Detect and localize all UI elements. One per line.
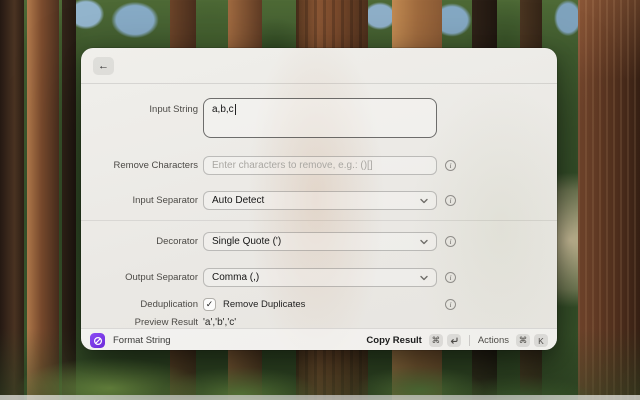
raycast-window: ← Input String a,b,c Remove Characters i… xyxy=(81,48,557,350)
remove-duplicates-label: Remove Duplicates xyxy=(223,299,305,310)
chevron-down-icon xyxy=(420,198,428,204)
input-string-textarea[interactable]: a,b,c xyxy=(203,98,437,138)
format-string-form: Input String a,b,c Remove Characters i I… xyxy=(81,84,557,328)
deduplication-control: ✓ Remove Duplicates xyxy=(203,298,437,311)
info-icon[interactable]: i xyxy=(445,272,456,283)
format-string-extension-icon xyxy=(90,333,105,348)
decorator-dropdown[interactable]: Single Quote (') xyxy=(203,232,437,251)
window-header: ← xyxy=(81,48,557,83)
copy-result-label: Copy Result xyxy=(366,335,421,346)
output-separator-dropdown[interactable]: Comma (,) xyxy=(203,268,437,287)
preview-result-value: 'a','b','c' xyxy=(203,317,437,328)
decorator-value: Single Quote (') xyxy=(212,236,420,247)
info-icon[interactable]: i xyxy=(445,236,456,247)
chevron-down-icon xyxy=(420,275,428,281)
remove-characters-input[interactable] xyxy=(203,156,437,175)
info-icon[interactable]: i xyxy=(445,160,456,171)
input-separator-value: Auto Detect xyxy=(212,195,420,206)
output-separator-row: Output Separator Comma (,) i xyxy=(81,268,557,287)
back-arrow-icon: ← xyxy=(98,60,109,72)
command-key: ⌘ xyxy=(516,334,530,347)
checkmark-icon: ✓ xyxy=(206,299,214,310)
command-key: ⌘ xyxy=(429,334,443,347)
back-button[interactable]: ← xyxy=(93,57,114,75)
remove-characters-row: Remove Characters i xyxy=(81,156,557,175)
input-separator-row: Input Separator Auto Detect i xyxy=(81,191,557,210)
decorator-label: Decorator xyxy=(98,236,198,247)
output-separator-value: Comma (,) xyxy=(212,272,420,283)
info-icon[interactable]: i xyxy=(445,299,456,310)
input-string-value: a,b,c xyxy=(212,104,234,115)
actions-button[interactable]: Actions ⌘ K xyxy=(478,334,548,347)
decorator-row: Decorator Single Quote (') i xyxy=(81,232,557,251)
extension-name: Format String xyxy=(113,335,366,346)
input-separator-dropdown[interactable]: Auto Detect xyxy=(203,191,437,210)
remove-characters-label: Remove Characters xyxy=(98,160,198,171)
text-caret xyxy=(235,104,236,115)
output-separator-label: Output Separator xyxy=(98,272,198,283)
return-key xyxy=(447,334,461,347)
section-divider xyxy=(81,220,557,221)
remove-duplicates-checkbox[interactable]: ✓ xyxy=(203,298,216,311)
action-bar: Format String Copy Result ⌘ Actions ⌘ K xyxy=(81,328,557,350)
input-separator-label: Input Separator xyxy=(98,195,198,206)
preview-result-label: Preview Result xyxy=(98,317,198,328)
info-icon[interactable]: i xyxy=(445,195,456,206)
copy-result-button[interactable]: Copy Result ⌘ xyxy=(366,334,460,347)
deduplication-row: Deduplication ✓ Remove Duplicates i xyxy=(81,298,557,311)
k-key: K xyxy=(534,334,548,347)
footer-divider xyxy=(469,335,470,346)
actions-label: Actions xyxy=(478,335,509,346)
dock-edge xyxy=(0,395,640,400)
deduplication-label: Deduplication xyxy=(98,299,198,310)
input-string-label: Input String xyxy=(98,98,198,115)
input-string-row: Input String a,b,c xyxy=(81,98,557,138)
chevron-down-icon xyxy=(420,239,428,245)
preview-result-row: Preview Result 'a','b','c' xyxy=(81,317,557,328)
